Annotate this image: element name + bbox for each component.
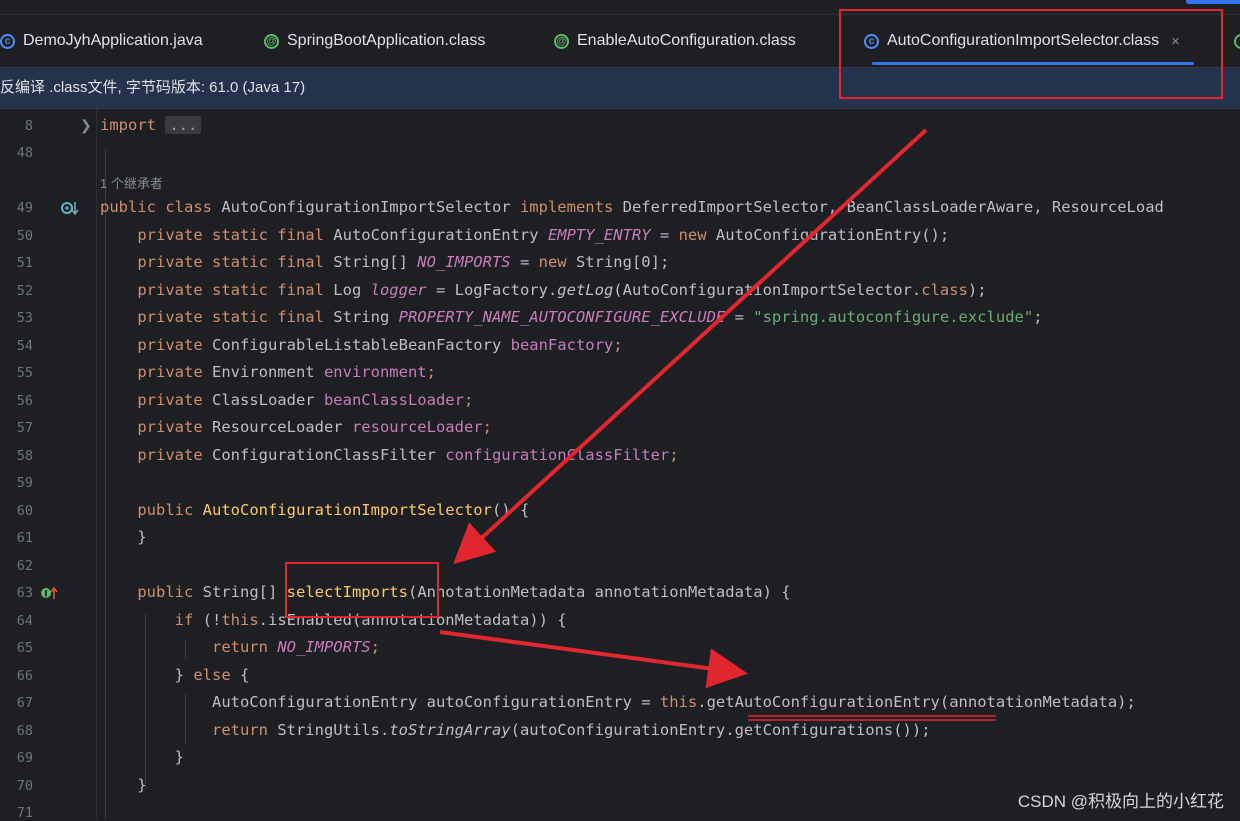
- window-corner-accent: [1186, 0, 1240, 4]
- close-icon[interactable]: ×: [1171, 33, 1180, 50]
- tab-enableautoconfiguration[interactable]: @ EnableAutoConfiguration.class: [554, 15, 796, 67]
- line-number: 8: [24, 118, 33, 134]
- code-line-52: private static final Log logger = LogFac…: [137, 281, 987, 299]
- code-line-51: private static final String[] NO_IMPORTS…: [137, 253, 670, 271]
- code-line-56: private ClassLoader beanClassLoader;: [137, 391, 474, 409]
- line-number: 71: [16, 805, 33, 821]
- line-number: 64: [16, 613, 33, 629]
- code-line-55: private Environment environment;: [137, 363, 436, 381]
- line-number: 55: [16, 365, 33, 381]
- code-line-69: }: [174, 748, 184, 766]
- implements-gutter-icon[interactable]: [60, 199, 80, 217]
- line-number: 70: [16, 778, 33, 794]
- line-number: 51: [16, 255, 33, 271]
- tab-label: SpringBootApplication.class: [287, 32, 486, 49]
- line-number: 59: [16, 475, 33, 491]
- line-number: 69: [16, 750, 33, 766]
- csdn-watermark: CSDN @积极向上的小红花: [1017, 792, 1224, 811]
- annotation-icon: @: [264, 33, 279, 49]
- indent-guide: [105, 149, 106, 820]
- code-line-57: private ResourceLoader resourceLoader;: [137, 418, 492, 436]
- tab-label: EnableAutoConfiguration.class: [577, 32, 796, 49]
- inheritors-hint[interactable]: 1 个继承者: [100, 173, 163, 192]
- line-number: 60: [16, 503, 33, 519]
- line-number: 63: [16, 585, 33, 601]
- line-number: 65: [16, 640, 33, 656]
- line-number: 61: [16, 530, 33, 546]
- folded-imports[interactable]: ...: [165, 116, 202, 134]
- line-number: 57: [16, 420, 33, 436]
- tab-overflow[interactable]: [1234, 15, 1240, 67]
- class-icon: c: [864, 33, 879, 49]
- code-line-50: private static final AutoConfigurationEn…: [137, 226, 950, 244]
- annotation-icon: [1234, 33, 1240, 49]
- fold-chevron-icon[interactable]: ❯: [80, 117, 92, 134]
- code-line-66: } else {: [174, 666, 250, 684]
- code-line-8: import ...: [100, 116, 202, 134]
- decompiled-info-bar: 反编译 .class文件, 字节码版本: 61.0 (Java 17): [0, 68, 1240, 109]
- code-line-54: private ConfigurableListableBeanFactory …: [137, 336, 623, 354]
- line-number: 58: [16, 448, 33, 464]
- line-number: 62: [16, 558, 33, 574]
- code-line-63: public String[] selectImports(Annotation…: [137, 583, 791, 601]
- tab-demojyhapplication[interactable]: c DemoJyhApplication.java: [0, 15, 203, 67]
- tab-autoconfigurationimportselector[interactable]: c AutoConfigurationImportSelector.class …: [864, 15, 1194, 67]
- line-gutter: 8 48 49 50 51 52 53 54 55 56 57 58 59 60…: [0, 109, 97, 821]
- line-number: 53: [16, 310, 33, 326]
- active-tab-indicator: [872, 62, 1194, 65]
- line-number: 56: [16, 393, 33, 409]
- line-number: 67: [16, 695, 33, 711]
- line-number: 66: [16, 668, 33, 684]
- code-line-70: }: [137, 776, 147, 794]
- code-line-64: if (!this.isEnabled(annotationMetadata))…: [174, 611, 567, 629]
- line-number: 54: [16, 338, 33, 354]
- tab-label: DemoJyhApplication.java: [23, 32, 203, 49]
- java-class-icon: c: [0, 33, 15, 49]
- code-line-67: AutoConfigurationEntry autoConfiguration…: [211, 693, 1136, 711]
- tab-label: AutoConfigurationImportSelector.class: [887, 32, 1160, 49]
- override-gutter-icon[interactable]: I: [40, 584, 60, 602]
- tab-springbootapplication[interactable]: @ SpringBootApplication.class: [264, 15, 485, 67]
- code-line-65: return NO_IMPORTS;: [211, 638, 380, 656]
- title-strip: [0, 0, 1240, 15]
- annotation-icon: @: [554, 33, 569, 49]
- code-line-53: private static final String PROPERTY_NAM…: [137, 308, 1043, 326]
- line-number: 48: [16, 145, 33, 161]
- line-number: 52: [16, 283, 33, 299]
- line-number: 49: [16, 200, 33, 216]
- code-line-58: private ConfigurationClassFilter configu…: [137, 446, 679, 464]
- code-line-61: }: [137, 528, 147, 546]
- svg-text:I: I: [44, 590, 47, 600]
- info-text: 反编译 .class文件, 字节码版本: 61.0 (Java 17): [0, 79, 306, 96]
- editor-tab-bar: c DemoJyhApplication.java @ SpringBootAp…: [0, 15, 1240, 68]
- code-line-68: return StringUtils.toStringArray(autoCon…: [211, 721, 931, 739]
- line-number: 68: [16, 723, 33, 739]
- code-line-49: public class AutoConfigurationImportSele…: [100, 198, 1164, 216]
- code-line-60: public AutoConfigurationImportSelector()…: [137, 501, 530, 519]
- line-number: 50: [16, 228, 33, 244]
